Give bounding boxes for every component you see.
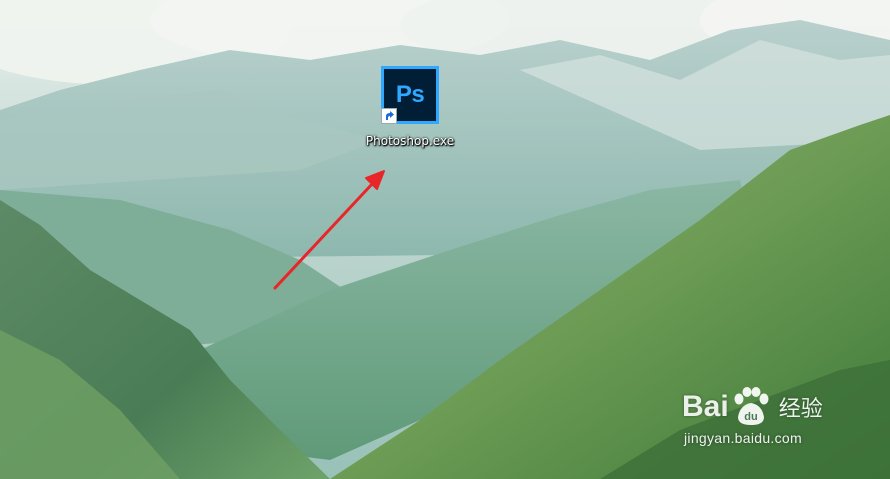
- watermark-url: jingyan.baidu.com: [684, 430, 802, 446]
- desktop[interactable]: Ps Photoshop.exe Bai du 经验 jingyan.baidu…: [0, 0, 890, 479]
- photoshop-app-icon[interactable]: Ps: [381, 66, 439, 124]
- photoshop-icon-text: Ps: [395, 81, 425, 108]
- shortcut-arrow-icon: [381, 108, 397, 124]
- watermark-brand-mid: du: [744, 411, 757, 423]
- baidu-jingyan-watermark: Bai du 经验 jingyan.baidu.com: [682, 384, 842, 464]
- baidu-paw-du-icon: du: [734, 387, 769, 425]
- watermark-brand-right: 经验: [778, 397, 823, 422]
- watermark-brand-left: Bai: [682, 390, 729, 423]
- desktop-icon-label[interactable]: Photoshop.exe: [361, 134, 459, 149]
- desktop-shortcut-photoshop[interactable]: Ps Photoshop.exe: [361, 64, 459, 170]
